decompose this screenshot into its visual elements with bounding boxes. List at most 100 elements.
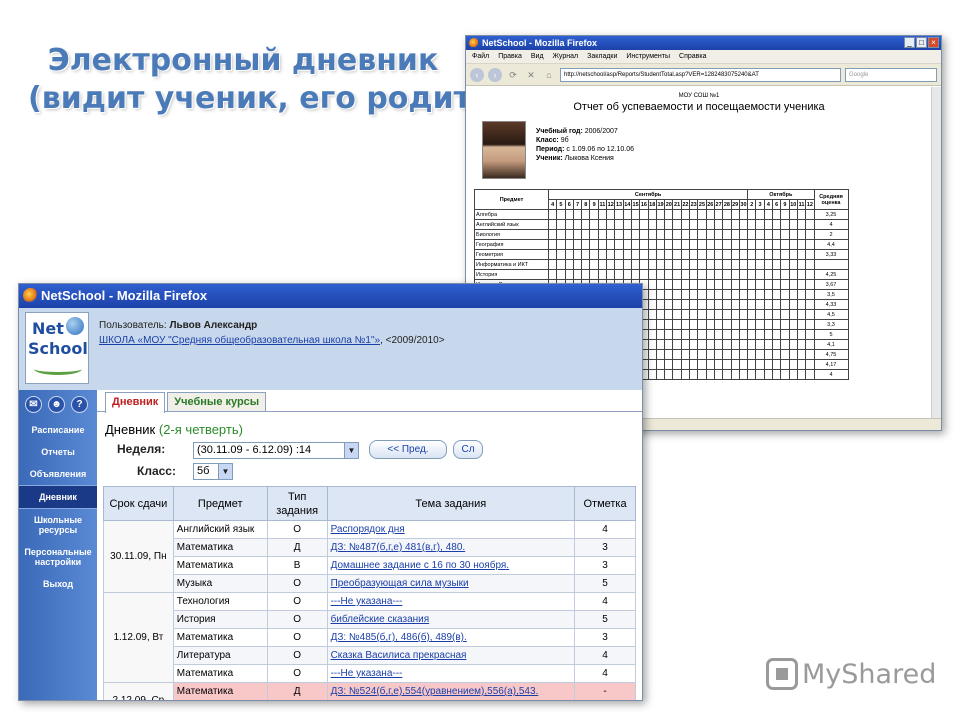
report-window-titlebar: NetSchool - Mozilla Firefox _ □ × [466, 36, 941, 50]
user-info: Пользователь: Львов Александр [99, 320, 258, 331]
report-subject: Английский язык [474, 219, 549, 230]
school-link[interactable]: ШКОЛА «МОУ "Средняя общеобразовательная … [99, 335, 380, 346]
menu-item[interactable]: Файл [472, 50, 489, 63]
report-average: 4,1 [813, 339, 849, 350]
menu-item[interactable]: Журнал [553, 50, 579, 63]
mark-cell: 4 [574, 646, 636, 665]
user-name: Львов Александр [169, 320, 258, 331]
menu-item[interactable]: Справка [679, 50, 706, 63]
report-scrollbar[interactable] [931, 87, 941, 419]
diary-header: Тема задания [326, 486, 576, 521]
report-subject-header: Предмет [474, 189, 549, 210]
diary-header: Предмет [172, 486, 268, 521]
chevron-down-icon: ▼ [218, 464, 232, 479]
report-subject: География [474, 239, 549, 250]
table-row: 2.12.09, Ср Математика Д ДЗ: №524(б,г,е),55… [103, 682, 636, 700]
day-header: 6 [771, 199, 782, 210]
menu-item[interactable]: Вид [531, 50, 544, 63]
class-select[interactable]: 5б ▼ [193, 463, 233, 480]
topic-link[interactable]: Сказка Василиса прекрасная [331, 650, 467, 661]
report-subject: История [474, 269, 549, 280]
day-header: 22 [680, 199, 691, 210]
week-label: Неделя: [117, 442, 166, 456]
users-icon[interactable]: ☻ [48, 396, 65, 413]
next-week-button[interactable]: Сл [453, 440, 483, 459]
report-row: Биология 2 [474, 229, 849, 240]
day-header: 7 [572, 199, 583, 210]
sidebar-nav: Расписание Отчеты Объявления Дневник Школьны… [19, 419, 97, 595]
prev-week-button[interactable]: << Пред. [369, 440, 447, 459]
sidebar-item[interactable]: Персональные настройки [19, 541, 97, 573]
day-header: 18 [647, 199, 657, 210]
diary-table: Срок сдачи Предмет Тип задания Тема задания… [103, 486, 636, 702]
topic-link[interactable]: ДЗ: №485(б,г), 486(б), 489(в). [331, 632, 467, 643]
table-row: Математика Д ДЗ: №487(б,г,е) 481(в,г), 480… [104, 538, 636, 557]
table-row: Математика О ---Не указана--- 4 [104, 664, 636, 683]
slide-title: Электронный дневник (видит ученик, его р… [28, 42, 548, 118]
reload-icon[interactable]: ⟳ [506, 68, 520, 82]
diary-header: Срок сдачи [103, 486, 174, 521]
sidebar-item[interactable]: Объявления [19, 463, 97, 485]
mail-icon[interactable]: ✉ [25, 396, 42, 413]
topic-link[interactable]: Распорядок дня [331, 524, 405, 535]
forward-icon[interactable]: › [488, 67, 502, 82]
report-subject: Информатика и ИКТ [474, 259, 549, 270]
back-icon[interactable]: ‹ [470, 67, 484, 82]
topic-link[interactable]: ДЗ: №524(б,г,е),554(уравнением),556(а),5… [331, 686, 539, 697]
week-select[interactable]: (30.11.09 - 6.12.09) :14 ▼ [193, 442, 359, 459]
report-average: 5 [813, 329, 849, 340]
menu-item[interactable]: Инструменты [626, 50, 670, 63]
due-date: 2.12.09, Ср [103, 682, 174, 700]
minimize-button[interactable]: _ [904, 37, 915, 48]
student-block: Учебный год: 2006/2007 Класс: 9б Период:… [474, 117, 924, 187]
search-field[interactable]: Google [845, 67, 937, 82]
report-row: Алгебра 3,25 [474, 209, 849, 220]
class-label: Класс: [137, 464, 176, 478]
maximize-button[interactable]: □ [916, 37, 927, 48]
subject-cell: Английский язык [172, 520, 268, 539]
topic-link[interactable]: Преобразующая сила музыки [331, 578, 469, 589]
type-cell: О [266, 628, 328, 647]
school-name: МОУ СОШ №1 [678, 93, 720, 99]
menu-item[interactable]: Закладки [587, 50, 617, 63]
due-date: 30.11.09, Пн [103, 520, 174, 593]
stop-icon[interactable]: ✕ [524, 68, 538, 82]
sidebar-item[interactable]: Расписание [19, 419, 97, 441]
menu-item[interactable]: Правка [498, 50, 522, 63]
tab-courses[interactable]: Учебные курсы [167, 392, 267, 411]
report-average: 4,33 [813, 299, 849, 310]
day-header: 30 [738, 199, 749, 210]
day-header: 27 [713, 199, 724, 210]
slide-title-line1: Электронный дневник [47, 43, 439, 78]
type-cell: Д [266, 538, 328, 557]
home-icon[interactable]: ⌂ [542, 68, 556, 82]
close-button[interactable]: × [928, 37, 939, 48]
subject-cell: Математика [172, 538, 268, 557]
sidebar-item[interactable]: Отчеты [19, 441, 97, 463]
netschool-browser-window: NetSchool - Mozilla Firefox Net School П… [18, 283, 643, 701]
day-header: 4 [763, 199, 774, 210]
topic-link[interactable]: Домашнее задание с 16 по 30 ноября. [331, 560, 510, 571]
sidebar-item[interactable]: Выход [19, 573, 97, 595]
help-icon[interactable]: ? [71, 396, 88, 413]
day-header: 26 [705, 199, 715, 210]
sidebar-item[interactable]: Школьные ресурсы [19, 509, 97, 541]
tab-diary[interactable]: Дневник [105, 392, 166, 413]
globe-icon [66, 317, 84, 335]
netschool-window-titlebar: NetSchool - Mozilla Firefox [19, 284, 642, 308]
address-bar[interactable]: http://netschool/asp/Reports/StudentTota… [560, 67, 841, 82]
report-window-title: NetSchool - Mozilla Firefox [482, 38, 598, 48]
subject-cell: Технология [172, 592, 268, 611]
sidebar-item[interactable]: Дневник [19, 485, 97, 509]
topic-link[interactable]: ДЗ: №487(б,г,е) 481(в,г), 480. [331, 542, 466, 553]
day-header: 23 [689, 199, 699, 210]
subject-cell: Литература [172, 646, 268, 665]
topic-link[interactable]: библейские сказания [331, 614, 430, 625]
month-september: Сентябрь [547, 189, 749, 200]
topic-link[interactable]: ---Не указана--- [331, 596, 403, 607]
report-title: Отчет об успеваемости и посещаемости уче… [573, 101, 825, 113]
topic-link[interactable]: ---Не указана--- [331, 668, 403, 679]
mark-cell: 4 [575, 701, 636, 702]
day-header: 9 [589, 199, 599, 210]
table-row: Музыка О Преобразующая сила музыки 5 [104, 574, 636, 593]
